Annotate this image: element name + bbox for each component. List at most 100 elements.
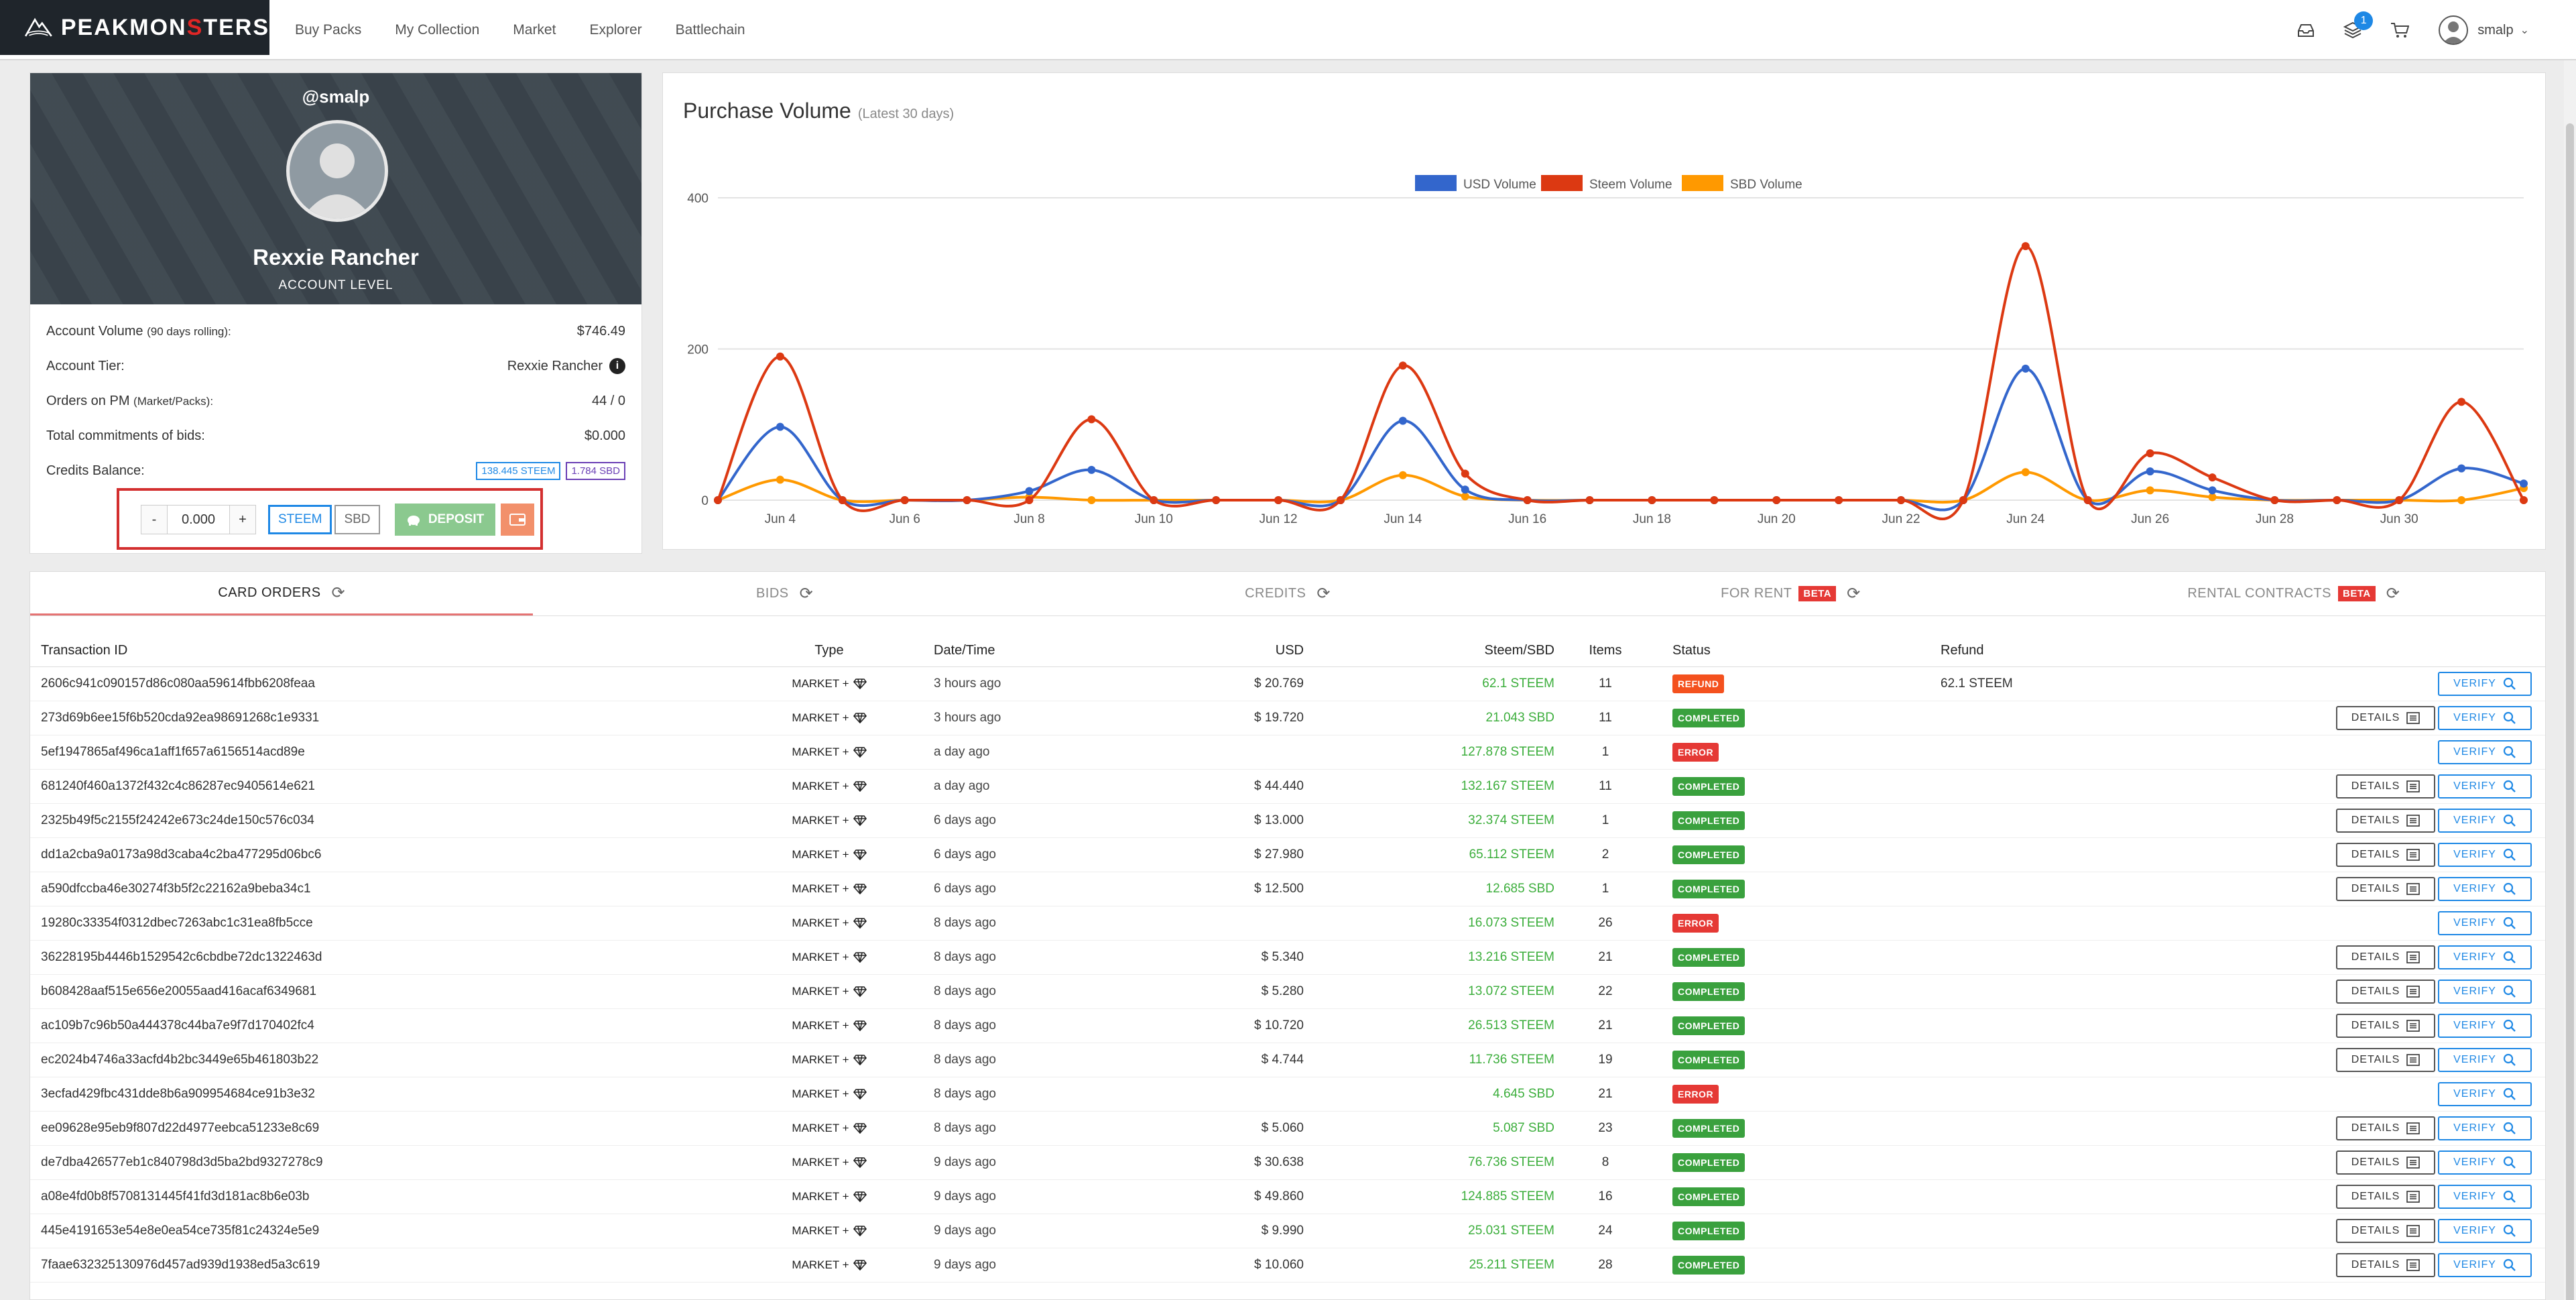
verify-button[interactable]: VERIFY [2438, 1253, 2532, 1277]
verify-button[interactable]: VERIFY [2438, 706, 2532, 730]
col-transaction-id[interactable]: Transaction ID [41, 635, 127, 666]
nav-explorer[interactable]: Explorer [589, 22, 641, 38]
verify-button[interactable]: VERIFY [2438, 911, 2532, 935]
page-scrollbar[interactable] [2564, 60, 2576, 1300]
status-badge: COMPLETED [1672, 1119, 1745, 1138]
layers-icon[interactable]: 1 [2341, 11, 2374, 42]
refresh-icon[interactable]: ⟳ [1847, 584, 1861, 603]
details-button[interactable]: DETAILS [2336, 843, 2435, 867]
col-usd[interactable]: USD [1170, 635, 1304, 666]
nav-battlechain[interactable]: Battlechain [676, 22, 745, 38]
nav-my-collection[interactable]: My Collection [395, 22, 479, 38]
data-point [1150, 496, 1158, 504]
details-button[interactable]: DETAILS [2336, 1116, 2435, 1140]
refresh-icon[interactable]: ⟳ [1316, 584, 1331, 603]
deposit-amount-input[interactable]: 0.000 [168, 505, 229, 534]
refresh-icon[interactable]: ⟳ [2386, 584, 2400, 603]
details-button[interactable]: DETAILS [2336, 980, 2435, 1004]
details-button[interactable]: DETAILS [2336, 1185, 2435, 1209]
order-date: 8 days ago [934, 1018, 996, 1032]
deposit-button[interactable]: DEPOSIT [394, 504, 495, 536]
tab-for-rent[interactable]: FOR RENT BETA ⟳ [1539, 572, 2042, 615]
verify-button[interactable]: VERIFY [2438, 945, 2532, 969]
order-items: 22 [1598, 984, 1613, 998]
search-icon [2503, 1122, 2516, 1134]
verify-button[interactable]: VERIFY [2438, 740, 2532, 764]
col-date[interactable]: Date/Time [934, 635, 995, 666]
transaction-id: 681240f460a1372f432c4c86287ec9405614e621 [41, 779, 315, 793]
col-type[interactable]: Type [776, 635, 883, 666]
inbox-icon[interactable] [2294, 18, 2318, 42]
order-date: 8 days ago [934, 916, 996, 930]
details-button[interactable]: DETAILS [2336, 945, 2435, 969]
verify-button[interactable]: VERIFY [2438, 1219, 2532, 1243]
details-button[interactable]: DETAILS [2336, 1014, 2435, 1038]
order-date: a day ago [934, 779, 990, 793]
x-tick-label: Jun 18 [1633, 512, 1671, 526]
details-button[interactable]: DETAILS [2336, 1150, 2435, 1175]
status-badge: COMPLETED [1672, 982, 1745, 1001]
verify-button[interactable]: VERIFY [2438, 1116, 2532, 1140]
table-row: 273d69b6ee15f6b520cda92ea98691268c1e9331… [30, 701, 2545, 735]
scrollbar-thumb[interactable] [2566, 123, 2574, 1300]
col-amount[interactable]: Steem/SBD [1371, 635, 1554, 666]
status-badge: COMPLETED [1672, 1256, 1745, 1275]
nav-market[interactable]: Market [513, 22, 556, 38]
transaction-id: ac109b7c96b50a444378c44ba7e9f7d170402fc4 [41, 1018, 314, 1032]
col-status[interactable]: Status [1672, 635, 1711, 666]
table-row: ee09628e95eb9f807d22d4977eebca51233e8c69… [30, 1112, 2545, 1146]
order-items: 19 [1598, 1053, 1613, 1067]
col-refund[interactable]: Refund [1941, 635, 1984, 666]
profile-banner: @smalp Rexxie Rancher ACCOUNT LEVEL [30, 73, 641, 304]
transaction-id: ec2024b4746a33acfd4b2bc3449e65b461803b22 [41, 1053, 319, 1067]
data-point [2520, 496, 2528, 504]
info-icon[interactable]: i [609, 358, 625, 374]
wallet-button[interactable] [500, 504, 534, 536]
details-button[interactable]: DETAILS [2336, 774, 2435, 799]
verify-button[interactable]: VERIFY [2438, 877, 2532, 901]
order-amount: 4.645 SBD [1493, 1087, 1554, 1101]
verify-button[interactable]: VERIFY [2438, 672, 2532, 696]
verify-button[interactable]: VERIFY [2438, 1185, 2532, 1209]
table-row: 2606c941c090157d86c080aa59614fbb6208feaa… [30, 667, 2545, 701]
chevron-down-icon[interactable]: ⌄ [2520, 23, 2529, 37]
tab-rental-contracts[interactable]: RENTAL CONTRACTS BETA ⟳ [2042, 572, 2545, 615]
currency-steem-toggle[interactable]: STEEM [268, 505, 332, 534]
increment-button[interactable]: + [229, 505, 256, 534]
verify-button[interactable]: VERIFY [2438, 774, 2532, 799]
details-button[interactable]: DETAILS [2336, 706, 2435, 730]
verify-button[interactable]: VERIFY [2438, 843, 2532, 867]
order-items: 11 [1599, 676, 1612, 691]
tab-bids[interactable]: BIDS ⟳ [533, 572, 1036, 615]
cart-icon[interactable] [2388, 18, 2412, 42]
details-button[interactable]: DETAILS [2336, 1253, 2435, 1277]
transaction-id: a08e4fd0b8f5708131445f41fd3d181ac8b6e03b [41, 1189, 310, 1203]
username-label[interactable]: smalp [2477, 23, 2513, 38]
verify-button[interactable]: VERIFY [2438, 1150, 2532, 1175]
transaction-id: 445e4191653e54e8e0ea54ce735f81c24324e5e9 [41, 1224, 320, 1238]
nav-buy-packs[interactable]: Buy Packs [295, 22, 361, 38]
col-items[interactable]: Items [1572, 635, 1639, 666]
peakmonsters-logo[interactable]: PEAKMONSTERS [0, 0, 269, 55]
details-button[interactable]: DETAILS [2336, 877, 2435, 901]
decrement-button[interactable]: - [141, 505, 168, 534]
refresh-icon[interactable]: ⟳ [332, 583, 346, 603]
order-usd: $ 30.638 [1254, 1155, 1304, 1169]
verify-button[interactable]: VERIFY [2438, 809, 2532, 833]
tab-card-orders[interactable]: CARD ORDERS ⟳ [30, 572, 534, 615]
list-icon [2406, 1122, 2420, 1134]
order-amount: 62.1 STEEM [1482, 676, 1554, 691]
user-avatar-icon[interactable] [2439, 15, 2469, 45]
refresh-icon[interactable]: ⟳ [800, 584, 814, 603]
details-button[interactable]: DETAILS [2336, 809, 2435, 833]
details-button[interactable]: DETAILS [2336, 1048, 2435, 1072]
details-button[interactable]: DETAILS [2336, 1219, 2435, 1243]
verify-button[interactable]: VERIFY [2438, 980, 2532, 1004]
verify-button[interactable]: VERIFY [2438, 1014, 2532, 1038]
verify-button[interactable]: VERIFY [2438, 1082, 2532, 1106]
currency-sbd-toggle[interactable]: SBD [334, 505, 380, 534]
tab-credits[interactable]: CREDITS ⟳ [1036, 572, 1539, 615]
search-icon [2503, 711, 2516, 724]
verify-button[interactable]: VERIFY [2438, 1048, 2532, 1072]
table-row: 7faae632325130976d457ad939d1938ed5a3c619… [30, 1248, 2545, 1283]
